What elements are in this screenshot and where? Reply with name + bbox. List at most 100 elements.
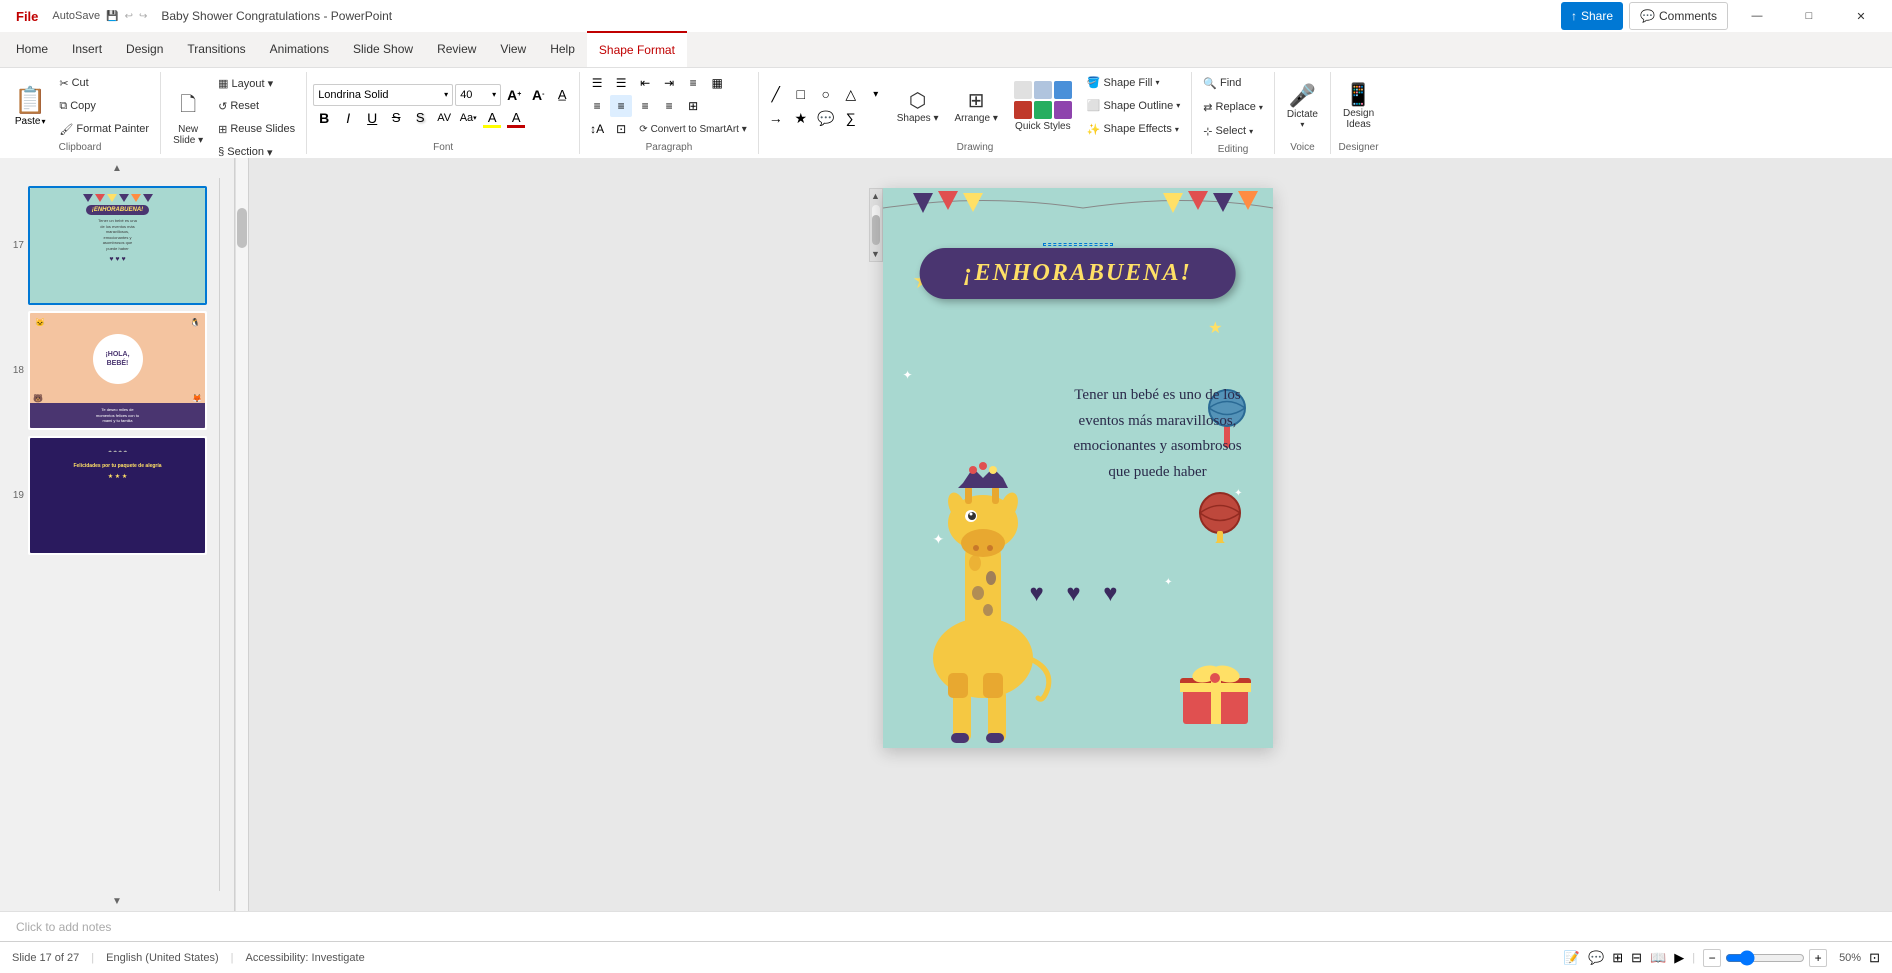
close-button[interactable]: ✕ xyxy=(1838,0,1884,32)
highlight-button[interactable]: A xyxy=(481,107,503,129)
scrollbar-thumb[interactable] xyxy=(237,208,247,248)
replace-button[interactable]: ⇄ Replace ▾ xyxy=(1198,96,1268,118)
reuse-slides-button[interactable]: ⊞ Reuse Slides xyxy=(213,118,300,140)
shape-more[interactable]: ▾ xyxy=(865,83,887,105)
reset-button[interactable]: ↺ Reset xyxy=(213,95,300,117)
copy-button[interactable]: ⧉ Copy xyxy=(54,95,154,117)
canvas-scrollbar-v[interactable]: ▲ ▼ xyxy=(869,188,883,262)
maximize-button[interactable]: □ xyxy=(1786,0,1832,32)
comments-toggle[interactable]: 💬 xyxy=(1588,950,1604,966)
tab-insert[interactable]: Insert xyxy=(60,31,114,67)
columns-button[interactable]: ▦ xyxy=(706,72,728,94)
align-center-button[interactable]: ≡ xyxy=(610,95,632,117)
slideshow-view[interactable]: ▶ xyxy=(1674,950,1684,966)
new-slide-button[interactable]: 🗋 New Slide ▾ xyxy=(167,84,209,152)
tab-design[interactable]: Design xyxy=(114,31,175,67)
indent-less-button[interactable]: ⇤ xyxy=(634,72,656,94)
change-case-button[interactable]: Aa▾ xyxy=(457,107,479,129)
decrease-font-button[interactable]: A- xyxy=(527,84,549,106)
shape-circle[interactable]: ○ xyxy=(815,83,837,105)
cut-button[interactable]: ✂ Cut xyxy=(54,72,154,94)
slide-banner[interactable]: ¡ENHORABUENA! xyxy=(919,248,1236,299)
fit-slide-button[interactable]: ⊡ xyxy=(1869,950,1880,966)
tab-review[interactable]: Review xyxy=(425,31,488,67)
quick-style-5[interactable] xyxy=(1034,101,1052,119)
slide-17-thumb[interactable]: ¡ENHORABUENA! Tener un bebé es unade los… xyxy=(28,186,207,305)
format-painter-button[interactable]: 🖌 Format Painter xyxy=(54,118,154,140)
scroll-up-button[interactable]: ▲ xyxy=(0,158,234,178)
tab-home[interactable]: Home xyxy=(4,31,60,67)
shape-arrow[interactable]: → xyxy=(765,107,787,129)
shape-star[interactable]: ★ xyxy=(790,107,812,129)
minimize-button[interactable]: — xyxy=(1734,0,1780,32)
shape-rect[interactable]: □ xyxy=(790,83,812,105)
canvas-scroll-up[interactable]: ▲ xyxy=(869,189,882,203)
size-dropdown-icon[interactable]: ▾ xyxy=(492,90,496,99)
canvas-scroll-thumb[interactable] xyxy=(872,215,880,245)
text-direction-button[interactable]: ↕A xyxy=(586,118,608,140)
shadow-button[interactable]: S xyxy=(409,107,431,129)
convert-smartart-button[interactable]: ⟳ Convert to SmartArt ▾ xyxy=(634,118,752,140)
paste-dropdown[interactable]: ▾ xyxy=(41,117,45,126)
shape-line[interactable]: ╱ xyxy=(765,83,787,105)
tab-view[interactable]: View xyxy=(488,31,538,67)
shape-outline-button[interactable]: ⬜ Shape Outline ▾ xyxy=(1082,95,1185,116)
font-size-input[interactable]: 40 ▾ xyxy=(455,84,501,106)
bullets-button[interactable]: ☰ xyxy=(586,72,608,94)
slide-canvas[interactable]: ★ ★ ✦ ✦ ✦ ✦ ✦ ¡ENHORABUENA! xyxy=(883,188,1273,748)
canvas-scroll-down[interactable]: ▼ xyxy=(869,247,882,261)
select-button[interactable]: ⊹ Select ▾ xyxy=(1198,120,1258,142)
slide-sorter-view[interactable]: ⊟ xyxy=(1631,950,1642,966)
scroll-down-button[interactable]: ▼ xyxy=(0,891,234,911)
zoom-in-button[interactable]: + xyxy=(1809,949,1827,967)
increase-font-button[interactable]: A+ xyxy=(503,84,525,106)
slide-19-thumb[interactable]: ☁ ☁ ☁ ☁ Felicidades por tu paquete de al… xyxy=(28,436,207,555)
align-right-button[interactable]: ≡ xyxy=(634,95,656,117)
arrange-button[interactable]: ⊞ Arrange ▾ xyxy=(948,72,1003,140)
shape-callout[interactable]: 💬 xyxy=(815,107,837,129)
paste-button[interactable]: 📋 Paste ▾ xyxy=(6,72,54,140)
tab-transitions[interactable]: Transitions xyxy=(175,31,257,67)
normal-view[interactable]: ⊞ xyxy=(1612,950,1623,966)
share-button[interactable]: ↑ Share xyxy=(1561,2,1623,30)
tab-animations[interactable]: Animations xyxy=(258,31,341,67)
slide-body-text[interactable]: Tener un bebé es uno de los eventos más … xyxy=(1073,383,1243,485)
align-left-button[interactable]: ≡ xyxy=(586,95,608,117)
design-ideas-button[interactable]: 📱 Design Ideas xyxy=(1337,72,1380,140)
numbered-button[interactable]: ☰ xyxy=(610,72,632,94)
shapes-button[interactable]: ⬡ Shapes ▾ xyxy=(891,72,945,140)
tab-shape-format[interactable]: Shape Format xyxy=(587,31,687,67)
bold-button[interactable]: B xyxy=(313,107,335,129)
find-button[interactable]: 🔍 Find xyxy=(1198,72,1246,94)
clear-format-button[interactable]: A̲ xyxy=(551,84,573,106)
quick-style-4[interactable] xyxy=(1014,101,1032,119)
zoom-out-button[interactable]: − xyxy=(1703,949,1721,967)
notes-toggle[interactable]: 📝 xyxy=(1564,950,1580,966)
strikethrough-button[interactable]: S xyxy=(385,107,407,129)
quick-style-3[interactable] xyxy=(1054,81,1072,99)
layout-button[interactable]: ▦ Layout ▾ xyxy=(213,72,300,94)
slide-18-thumb[interactable]: ¡HOLA,BEBÉ! Te deseo miles demomentos fe… xyxy=(28,311,207,430)
shape-equation[interactable]: ∑ xyxy=(840,107,862,129)
more-para-button[interactable]: ⊞ xyxy=(682,95,704,117)
italic-button[interactable]: I xyxy=(337,107,359,129)
zoom-slider[interactable] xyxy=(1725,952,1805,964)
font-dropdown-icon[interactable]: ▾ xyxy=(444,90,448,99)
shape-effects-button[interactable]: ✨ Shape Effects ▾ xyxy=(1082,119,1185,140)
underline-button[interactable]: U xyxy=(361,107,383,129)
shape-fill-button[interactable]: 🪣 Shape Fill ▾ xyxy=(1082,72,1185,93)
reading-view[interactable]: 📖 xyxy=(1650,950,1666,966)
line-spacing-button[interactable]: ≡ xyxy=(682,72,704,94)
notes-bar[interactable]: Click to add notes xyxy=(0,911,1892,941)
font-color-button[interactable]: A xyxy=(505,107,527,129)
comments-button[interactable]: 💬 Comments xyxy=(1629,2,1728,30)
shape-triangle[interactable]: △ xyxy=(840,83,862,105)
align-text-button[interactable]: ⊡ xyxy=(610,118,632,140)
dictate-button[interactable]: 🎤 Dictate ▾ xyxy=(1281,72,1324,140)
tab-slideshow[interactable]: Slide Show xyxy=(341,31,425,67)
tab-help[interactable]: Help xyxy=(538,31,587,67)
quick-style-1[interactable] xyxy=(1014,81,1032,99)
file-menu[interactable]: File xyxy=(8,5,46,27)
quick-style-2[interactable] xyxy=(1034,81,1052,99)
quick-style-6[interactable] xyxy=(1054,101,1072,119)
